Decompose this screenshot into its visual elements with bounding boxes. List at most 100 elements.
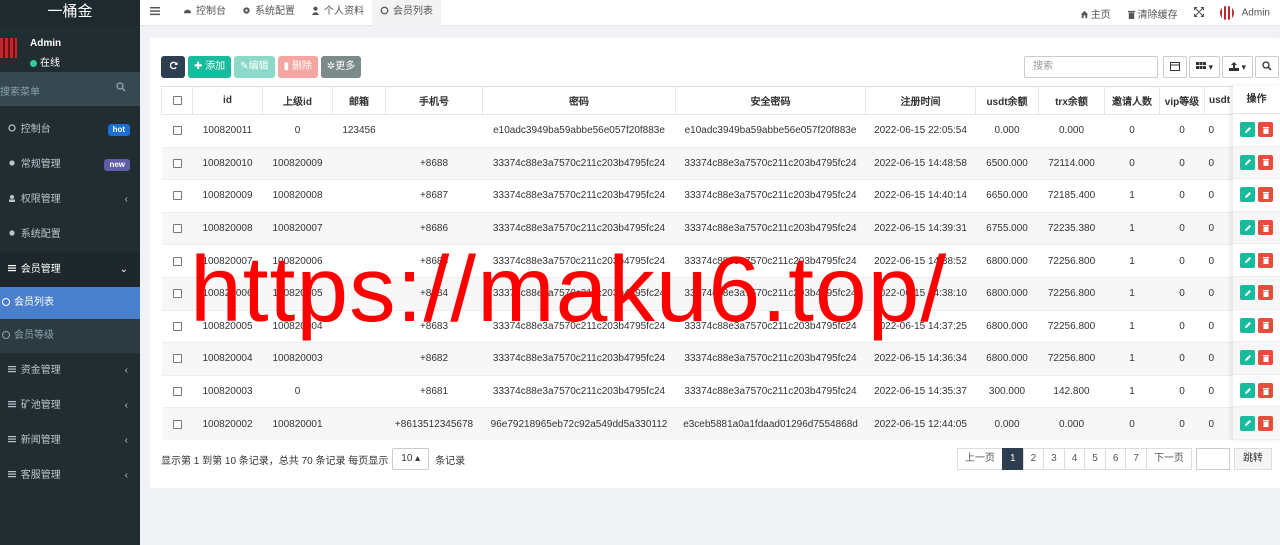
- fullscreen-button[interactable]: [1193, 6, 1205, 19]
- tab-member-list[interactable]: 会员列表: [372, 0, 441, 26]
- row-select-cell[interactable]: [161, 179, 193, 213]
- page-button[interactable]: 7: [1125, 448, 1147, 470]
- select-all-checkbox[interactable]: [172, 95, 182, 105]
- sidebar-search[interactable]: 搜索菜单: [0, 72, 140, 106]
- column-header[interactable]: 密码: [482, 86, 676, 115]
- edit-row-button[interactable]: [1240, 220, 1255, 236]
- page-button[interactable]: 3: [1043, 448, 1065, 470]
- row-checkbox[interactable]: [172, 419, 182, 429]
- column-header[interactable]: vip等级: [1159, 86, 1205, 115]
- column-header[interactable]: 注册时间: [865, 86, 976, 115]
- row-checkbox[interactable]: [172, 126, 182, 136]
- more-button[interactable]: ✲更多: [320, 56, 362, 78]
- sidebar-item-permission[interactable]: 权限管理 ‹: [0, 182, 140, 217]
- page-button[interactable]: 5: [1084, 448, 1106, 470]
- search-icon[interactable]: [116, 82, 126, 92]
- edit-row-button[interactable]: [1240, 154, 1255, 170]
- export-button[interactable]: ▾: [1222, 56, 1254, 78]
- column-header[interactable]: trx余额: [1038, 86, 1105, 115]
- sidebar-item-mining-pool[interactable]: 矿池管理 ‹: [0, 388, 140, 423]
- edit-row-button[interactable]: [1240, 415, 1255, 431]
- row-select-cell[interactable]: [161, 244, 193, 278]
- brand-logo[interactable]: 一桶金: [0, 0, 140, 26]
- select-all-cell[interactable]: [161, 86, 193, 115]
- clear-cache-button[interactable]: 清除缓存: [1127, 6, 1178, 21]
- row-checkbox[interactable]: [172, 289, 182, 299]
- delete-row-button[interactable]: [1258, 187, 1273, 203]
- delete-row-button[interactable]: [1258, 415, 1273, 431]
- table-row[interactable]: 100820008 100820007 +8686 33374c88e3a7570c2…: [161, 212, 1280, 246]
- page-button[interactable]: 4: [1063, 448, 1086, 470]
- tab-config[interactable]: 系统配置: [234, 0, 303, 26]
- prev-page-button[interactable]: 上一页: [957, 448, 1003, 470]
- column-header[interactable]: 上级id: [262, 86, 333, 115]
- row-select-cell[interactable]: [161, 407, 193, 440]
- row-select-cell[interactable]: [161, 114, 193, 148]
- edit-button[interactable]: ✎编辑: [234, 56, 275, 78]
- row-checkbox[interactable]: [172, 386, 182, 396]
- edit-row-button[interactable]: [1240, 252, 1255, 268]
- sidebar-subitem-member-level[interactable]: 会员等级: [0, 319, 140, 353]
- page-button[interactable]: 1: [1002, 448, 1024, 470]
- table-row[interactable]: 100820004 100820003 +8682 33374c88e3a7570c2…: [161, 342, 1280, 376]
- sidebar-item-members[interactable]: 会员管理 ⌄: [0, 252, 140, 287]
- row-select-cell[interactable]: [161, 342, 193, 376]
- columns-button[interactable]: ▾: [1189, 56, 1221, 78]
- delete-row-button[interactable]: [1258, 285, 1273, 301]
- table-row[interactable]: 100820003 0 +8681 33374c88e3a7570c211c203b4…: [161, 375, 1280, 409]
- next-page-button[interactable]: 下一页: [1145, 448, 1192, 470]
- table-row[interactable]: 100820002 100820001 +8613512345678 96e79218…: [161, 407, 1280, 440]
- admin-menu[interactable]: Admin: [1219, 6, 1270, 20]
- column-header[interactable]: 邮箱: [332, 86, 386, 115]
- edit-row-button[interactable]: [1240, 383, 1255, 399]
- sidebar-item-general[interactable]: 常规管理 new: [0, 147, 140, 182]
- delete-row-button[interactable]: [1258, 220, 1273, 236]
- delete-row-button[interactable]: [1258, 252, 1273, 268]
- edit-row-button[interactable]: [1240, 122, 1255, 138]
- row-checkbox[interactable]: [172, 158, 182, 168]
- table-row[interactable]: 100820005 100820004 +8683 33374c88e3a7570c2…: [161, 310, 1280, 344]
- delete-row-button[interactable]: [1258, 154, 1273, 170]
- row-checkbox[interactable]: [172, 223, 182, 233]
- edit-row-button[interactable]: [1240, 350, 1255, 366]
- menu-toggle-icon[interactable]: [150, 6, 160, 16]
- tab-dashboard[interactable]: 控制台: [175, 0, 234, 26]
- delete-button[interactable]: ▮ 删除: [277, 56, 318, 78]
- home-link[interactable]: 主页: [1080, 6, 1111, 21]
- row-select-cell[interactable]: [161, 375, 193, 409]
- sidebar-subitem-member-list[interactable]: 会员列表: [0, 287, 140, 319]
- sidebar-item-dashboard[interactable]: 控制台 hot: [0, 112, 140, 147]
- edit-row-button[interactable]: [1240, 317, 1255, 333]
- jump-page-input[interactable]: [1195, 448, 1230, 470]
- row-checkbox[interactable]: [172, 191, 182, 201]
- page-button[interactable]: 6: [1104, 448, 1127, 470]
- edit-row-button[interactable]: [1240, 285, 1255, 301]
- row-select-cell[interactable]: [161, 212, 193, 246]
- search-toggle-button[interactable]: [1255, 56, 1280, 78]
- table-search-input[interactable]: 搜索: [1024, 56, 1158, 78]
- row-select-cell[interactable]: [161, 147, 193, 181]
- table-row[interactable]: 100820007 100820006 +8685 33374c88e3a7570c2…: [161, 244, 1280, 278]
- jump-button[interactable]: 跳转: [1233, 448, 1272, 470]
- sidebar-item-funds[interactable]: 资金管理 ‹: [0, 353, 140, 388]
- row-checkbox[interactable]: [172, 321, 182, 331]
- row-select-cell[interactable]: [161, 310, 193, 344]
- delete-row-button[interactable]: [1258, 317, 1273, 333]
- column-header[interactable]: 安全密码: [675, 86, 866, 115]
- delete-row-button[interactable]: [1258, 383, 1273, 399]
- column-header[interactable]: 邀请人数: [1104, 86, 1160, 115]
- column-header[interactable]: usdt余额: [975, 86, 1039, 115]
- row-checkbox[interactable]: [172, 256, 182, 266]
- sidebar-item-config[interactable]: 系统配置: [0, 217, 140, 252]
- tab-profile[interactable]: 个人资料: [303, 0, 372, 26]
- delete-row-button[interactable]: [1258, 350, 1273, 366]
- refresh-button[interactable]: [161, 56, 185, 78]
- column-header[interactable]: 手机号: [385, 86, 483, 115]
- toggle-view-button[interactable]: [1163, 56, 1187, 78]
- table-row[interactable]: 100820011 0 123456 e10adc3949ba59abbe56e057…: [161, 114, 1280, 148]
- table-row[interactable]: 100820010 100820009 +8688 33374c88e3a7570c2…: [161, 147, 1280, 181]
- delete-row-button[interactable]: [1258, 122, 1273, 138]
- table-row[interactable]: 100820009 100820008 +8687 33374c88e3a7570c2…: [161, 179, 1280, 213]
- page-button[interactable]: 2: [1022, 448, 1045, 470]
- table-row[interactable]: 100820006 100820005 +8684 33374c88e3a7570c2…: [161, 277, 1280, 311]
